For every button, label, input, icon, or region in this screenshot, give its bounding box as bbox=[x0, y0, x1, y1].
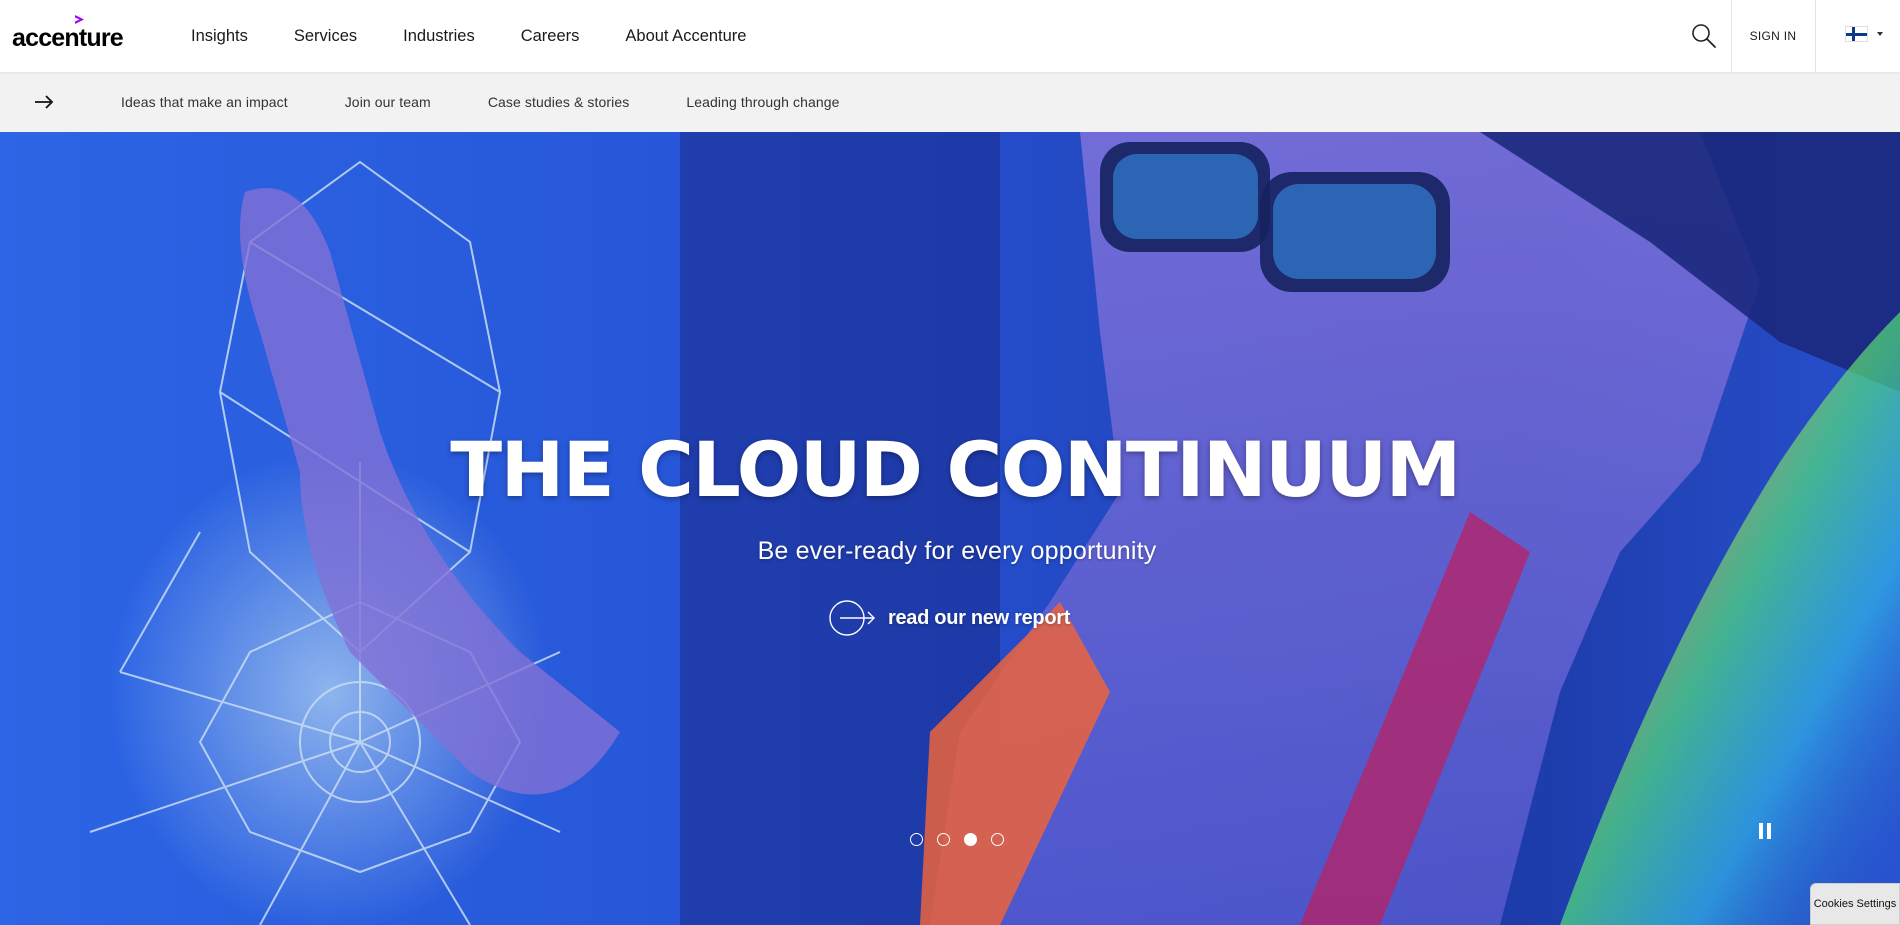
logo-wordmark: accenture bbox=[12, 24, 124, 52]
nav-services[interactable]: Services bbox=[294, 27, 357, 46]
hero-headline: THE CLOUD CONTINUUM bbox=[450, 425, 1461, 514]
nav-careers[interactable]: Careers bbox=[521, 27, 580, 46]
circle-arrow-icon bbox=[829, 600, 875, 636]
country-selector[interactable] bbox=[1816, 0, 1900, 72]
hero-subheadline: Be ever-ready for every opportunity bbox=[757, 537, 1157, 565]
nav-industries[interactable]: Industries bbox=[403, 27, 475, 46]
carousel-dot[interactable] bbox=[910, 832, 923, 846]
site-header: accenture Insights Services Industries C… bbox=[0, 0, 1900, 72]
hero-carousel: THE CLOUD CONTINUUM Be ever-ready for ev… bbox=[0, 132, 1900, 925]
nav-insights[interactable]: Insights bbox=[191, 27, 248, 46]
carousel-dot-active[interactable] bbox=[964, 832, 977, 846]
hero-background-image bbox=[0, 132, 1900, 925]
subnav-join-our-team[interactable]: Join our team bbox=[345, 94, 431, 110]
chevron-down-icon bbox=[1877, 32, 1883, 36]
arrow-right-icon[interactable] bbox=[33, 92, 55, 112]
carousel-indicators bbox=[910, 832, 1018, 846]
carousel-dot[interactable] bbox=[937, 832, 950, 846]
cta-label: read our new report bbox=[888, 606, 1071, 629]
finland-flag-icon bbox=[1845, 26, 1868, 42]
sign-in-button[interactable]: SIGN IN bbox=[1731, 0, 1815, 72]
subnav-leading-through-change[interactable]: Leading through change bbox=[686, 94, 839, 110]
search-icon[interactable] bbox=[1690, 22, 1718, 50]
cookies-settings-button[interactable]: Cookies Settings bbox=[1810, 883, 1900, 925]
subnav-case-studies-stories[interactable]: Case studies & stories bbox=[488, 94, 629, 110]
pause-icon[interactable] bbox=[1756, 821, 1778, 843]
nav-about-accenture[interactable]: About Accenture bbox=[625, 27, 746, 46]
main-navigation: Insights Services Industries Careers Abo… bbox=[191, 0, 792, 72]
accenture-logo[interactable]: accenture bbox=[12, 13, 124, 53]
read-report-link[interactable]: read our new report bbox=[828, 598, 1070, 638]
subnav-ideas-that-make-an-impact[interactable]: Ideas that make an impact bbox=[121, 94, 288, 110]
carousel-dot[interactable] bbox=[991, 832, 1004, 846]
secondary-navigation: Ideas that make an impact Join our team … bbox=[0, 72, 1900, 132]
